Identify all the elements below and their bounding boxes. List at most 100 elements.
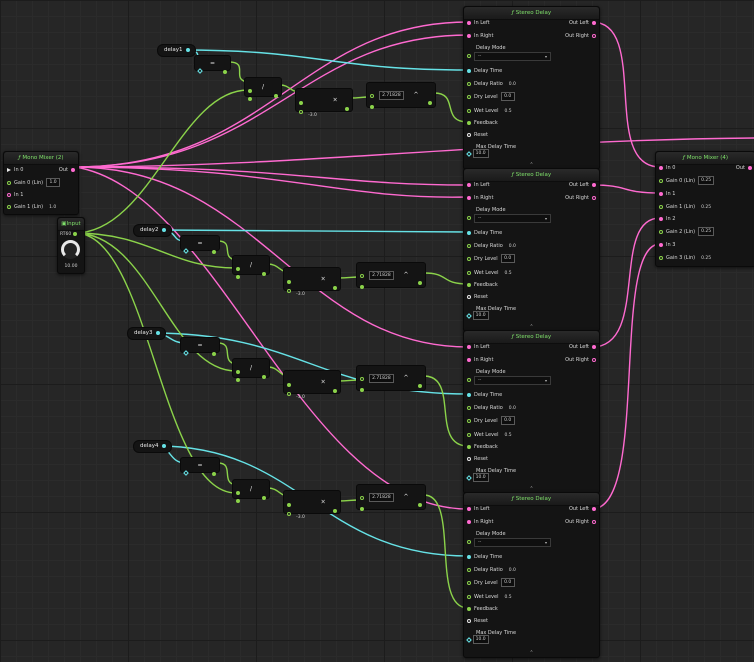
stereo-delay-node-4[interactable]: ƒ Stereo Delay In Left Out Left In Right … [463, 492, 600, 658]
multiply-node-4[interactable]: -3.0 × [283, 490, 341, 520]
mixer4-gain2-pin[interactable]: Gain 2 (Lin) 0.25 [659, 227, 715, 237]
delay-time-pin[interactable]: Delay Time [467, 390, 505, 400]
stereo-delay-node-2[interactable]: ƒ Stereo Delay In Left Out Left In Right … [463, 168, 600, 332]
delay1-variable[interactable]: delay1 [157, 44, 196, 57]
feedback-pin[interactable]: Feedback [467, 604, 501, 614]
mixer4-gain3-pin[interactable]: Gain 3 (Lin) 0.25 [659, 253, 711, 263]
equals-node-4[interactable]: = [180, 457, 220, 476]
dry-level-pin[interactable]: Dry Level 0.0 [467, 416, 515, 426]
out-right-pin[interactable]: Out Right [562, 193, 596, 203]
rt60-knob[interactable] [61, 240, 80, 259]
delay-ratio-pin[interactable]: Delay Ratio 0.0 [467, 79, 516, 89]
mixer2-gain0-field[interactable]: 1.0 [46, 178, 61, 187]
audio-pin-icon [592, 195, 596, 200]
in-right-pin[interactable]: In Right [467, 355, 496, 365]
rt60-output-pin[interactable]: RT60 [60, 229, 77, 239]
mixer2-gain1-pin[interactable]: Gain 1 (Lin) 1.0 [7, 202, 56, 212]
delay2-variable[interactable]: delay2 [133, 224, 172, 237]
max-delay-time-value-pin[interactable]: 10.0 [466, 635, 489, 645]
dry-level-pin[interactable]: Dry Level 0.0 [467, 254, 515, 264]
feedback-pin[interactable]: Feedback [467, 280, 501, 290]
equals-node-3[interactable]: = [180, 337, 220, 356]
mixer2-in1-pin[interactable]: In 1 [7, 190, 26, 200]
delay-mode-dropdown[interactable]: -- ▾ [474, 214, 551, 223]
divide-node-2[interactable]: / [232, 255, 270, 279]
delay-ratio-pin[interactable]: Delay Ratio 0.0 [467, 241, 516, 251]
delay-time-pin[interactable]: Delay Time [467, 552, 505, 562]
delay-ratio-pin[interactable]: Delay Ratio 0.0 [467, 403, 516, 413]
equals-node-1[interactable]: = [194, 55, 231, 74]
power-node-1[interactable]: 2.71828 ^ [366, 82, 436, 109]
dry-level-pin[interactable]: Dry Level 0.0 [467, 578, 515, 588]
delay-mode-dropdown[interactable]: -- ▾ [474, 538, 551, 547]
delay-ratio-pin[interactable]: Delay Ratio 0.0 [467, 565, 516, 575]
divide-node-1[interactable]: / [244, 77, 282, 101]
out-left-pin[interactable]: Out Left [566, 180, 596, 190]
wet-level-pin[interactable]: Wet Level 0.5 [467, 268, 512, 278]
reset-pin[interactable]: Reset [467, 292, 491, 302]
out-right-pin[interactable]: Out Right [562, 31, 596, 41]
out-right-pin[interactable]: Out Right [562, 355, 596, 365]
equals-node-2[interactable]: = [180, 235, 220, 254]
multiply-node-1[interactable]: -3.0 × [295, 88, 353, 118]
feedback-pin[interactable]: Feedback [467, 118, 501, 128]
multiply-node-3[interactable]: -3.0 × [283, 370, 341, 400]
in-left-pin[interactable]: In Left [467, 180, 493, 190]
collapse-arrow-icon[interactable]: ⌃ [464, 650, 599, 656]
mono-mixer-2-node[interactable]: ƒ Mono Mixer (2) In 0 Out Gain 0 (Lin) 1.0… [3, 151, 79, 215]
wire-pow2-feedback2 [423, 272, 469, 285]
delay4-variable[interactable]: delay4 [133, 440, 172, 453]
mixer4-gain0-pin[interactable]: Gain 0 (Lin) 0.25 [659, 176, 715, 186]
mixer4-in1-pin[interactable]: In 1 [659, 189, 678, 199]
max-delay-time-value-pin[interactable]: 10.0 [466, 149, 489, 159]
delay3-variable[interactable]: delay3 [127, 327, 166, 340]
feedback-pin[interactable]: Feedback [467, 442, 501, 452]
divide-node-4[interactable]: / [232, 479, 270, 503]
out-left-pin[interactable]: Out Left [566, 504, 596, 514]
reset-pin[interactable]: Reset [467, 454, 491, 464]
dry-level-pin[interactable]: Dry Level 0.0 [467, 92, 515, 102]
wet-level-pin[interactable]: Wet Level 0.5 [467, 106, 512, 116]
audio-pin-icon [592, 506, 596, 511]
multiply-node-2[interactable]: -3.0 × [283, 267, 341, 297]
in-right-pin[interactable]: In Right [467, 517, 496, 527]
power-node-2[interactable]: 2.71828 ^ [356, 262, 426, 289]
in-right-pin[interactable]: In Right [467, 193, 496, 203]
mixer4-in2-pin[interactable]: In 2 [659, 214, 678, 224]
power-node-4[interactable]: 2.71828 ^ [356, 484, 426, 511]
mixer4-gain1-pin[interactable]: Gain 1 (Lin) 0.25 [659, 202, 711, 212]
reset-pin[interactable]: Reset [467, 130, 491, 140]
max-delay-time-value-pin[interactable]: 10.0 [466, 473, 489, 483]
mixer4-in0-pin[interactable]: In 0 [659, 163, 678, 173]
in-left-pin[interactable]: In Left [467, 504, 493, 514]
mixer4-out-pin[interactable]: Out [733, 163, 752, 173]
mixer2-gain1-value[interactable]: 1.0 [49, 205, 56, 210]
stereo-delay-node-1[interactable]: ƒ Stereo Delay In Left Out Left In Right … [463, 6, 600, 170]
wet-level-pin[interactable]: Wet Level 0.5 [467, 592, 512, 602]
out-right-pin[interactable]: Out Right [562, 517, 596, 527]
delay-time-pin[interactable]: Delay Time [467, 66, 505, 76]
delay-mode-dropdown[interactable]: -- ▾ [474, 376, 551, 385]
power-node-3[interactable]: 2.71828 ^ [356, 365, 426, 392]
time-pin-icon [466, 474, 472, 481]
mono-mixer-4-node[interactable]: ƒ Mono Mixer (4) In 0 Out Gain 0 (Lin) 0.2… [655, 151, 754, 267]
out-left-pin[interactable]: Out Left [566, 18, 596, 28]
in-left-pin[interactable]: In Left [467, 18, 493, 28]
in-left-pin[interactable]: In Left [467, 342, 493, 352]
mixer2-gain0-pin[interactable]: Gain 0 (Lin) 1.0 [7, 178, 61, 188]
wet-level-pin[interactable]: Wet Level 0.5 [467, 430, 512, 440]
delay-time-pin[interactable]: Delay Time [467, 228, 505, 238]
mixer2-out-pin[interactable]: Out [56, 165, 75, 175]
max-delay-time-value-pin[interactable]: 10.0 [466, 311, 489, 321]
mixer4-in3-pin[interactable]: In 3 [659, 240, 678, 250]
delay-mode-dropdown[interactable]: -- ▾ [474, 52, 551, 61]
input-node[interactable]: ▣Input RT60 10.00 [57, 217, 85, 274]
in-right-pin[interactable]: In Right [467, 31, 496, 41]
wire-rt60-div1 [74, 89, 249, 234]
out-left-pin[interactable]: Out Left [566, 342, 596, 352]
stereo-delay-node-3[interactable]: ƒ Stereo Delay In Left Out Left In Right … [463, 330, 600, 494]
mixer2-in0-pin[interactable]: In 0 [7, 165, 26, 175]
divide-node-3[interactable]: / [232, 358, 270, 382]
power-operator: ^ [403, 374, 409, 382]
reset-pin[interactable]: Reset [467, 616, 491, 626]
